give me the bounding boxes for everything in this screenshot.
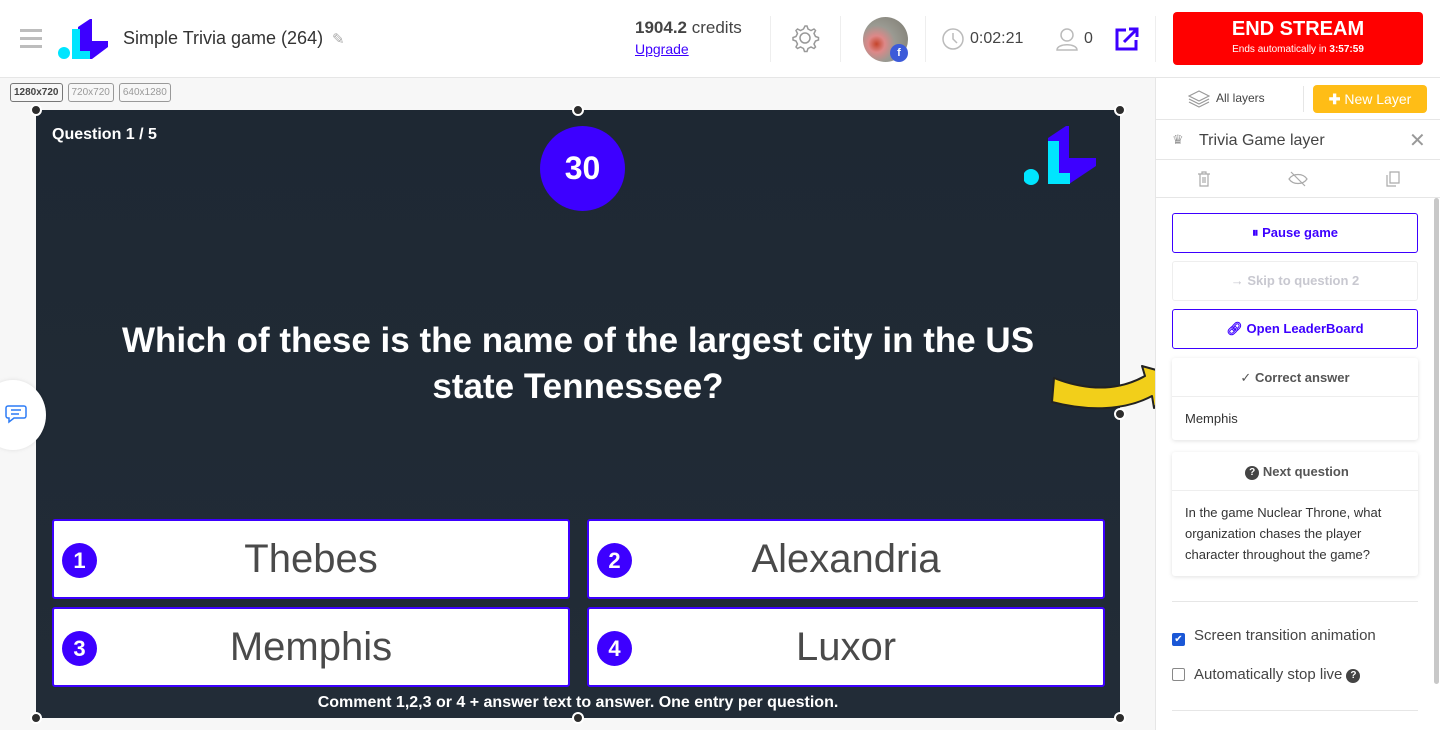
next-question-card: ? Next question In the game Nuclear Thro… [1172,452,1418,576]
gear-icon[interactable] [790,23,820,53]
auto-stop-live-checkbox[interactable]: Automatically stop live? [1172,666,1361,683]
answer-option-3[interactable]: 3 Memphis [52,607,570,687]
hamburger-menu-icon[interactable] [20,29,42,49]
stream-title: Simple Trivia game (264) [123,28,324,48]
question-mark-icon: ? [1245,466,1260,480]
canvas-size-selector: 1280x720 720x720 640x1280 [10,83,171,102]
pause-game-button[interactable]: ⏸︎ Pause game [1172,213,1418,253]
resize-handle-top-left[interactable] [30,104,42,116]
new-layer-button[interactable]: ✚ New Layer [1313,85,1427,113]
correct-answer-card: ✓ Correct answer Memphis [1172,358,1418,440]
answer-text: Memphis [229,625,393,669]
check-icon: ✓ [1240,370,1252,385]
crown-icon: ♛ [1172,132,1184,147]
chat-bubble-icon [5,405,27,424]
answer-text: Thebes [244,537,378,581]
resize-handle-bottom-left[interactable] [30,712,42,724]
elapsed-time: 0:02:21 [970,30,1024,47]
viewers-icon [1056,28,1078,51]
arrow-right-icon: → [1230,273,1244,288]
canvas-logo [1024,126,1096,185]
answer-option-1[interactable]: 1 Thebes [52,519,570,599]
next-question-text: In the game Nuclear Throne, what organiz… [1185,505,1382,562]
layer-name: Trivia Game layer [1199,132,1325,149]
divider [840,16,841,62]
panel-scrollbar[interactable] [1434,198,1439,684]
resize-handle-bottom[interactable] [572,712,584,724]
app-logo [58,19,108,59]
clock-icon [942,28,964,50]
question-text: Which of these is the name of the larges… [121,321,1035,406]
screen-transition-checkbox[interactable]: ✔ Screen transition animation [1172,627,1376,646]
help-icon[interactable]: ? [1346,669,1361,683]
question-counter: Question 1 / 5 [52,126,157,143]
checkbox-unchecked[interactable] [1172,668,1185,681]
trash-icon[interactable] [1197,171,1211,187]
size-option-720x720[interactable]: 720x720 [67,83,114,102]
divider [1303,86,1304,112]
close-icon[interactable]: ✕ [1409,128,1426,153]
top-bar: Simple Trivia game (264) ✎ 1904.2 credit… [0,0,1440,78]
divider [925,16,926,62]
divider [1172,710,1418,711]
skip-question-button[interactable]: → Skip to question 2 [1172,261,1418,301]
open-leaderboard-button[interactable]: 🔗︎ Open LeaderBoard [1172,309,1418,349]
divider [770,16,771,62]
end-stream-button[interactable]: END STREAM Ends automatically in 3:57:59 [1173,12,1423,65]
resize-handle-bottom-right[interactable] [1114,712,1126,724]
answer-text: Alexandria [751,537,941,581]
layers-icon [1187,90,1211,108]
edit-pencil-icon[interactable]: ✎ [332,30,345,48]
layer-panel: All layers ✚ New Layer ♛ Trivia Game lay… [1155,78,1440,730]
checkbox-checked[interactable]: ✔ [1172,633,1185,646]
divider [1155,16,1156,62]
answer-text: Luxor [795,625,897,669]
answer-instructions: Comment 1,2,3 or 4 + answer text to answ… [317,694,839,711]
countdown-timer: 30 [540,126,625,211]
pause-icon: ⏸︎ [1252,225,1259,240]
correct-answer-value: Memphis [1185,411,1238,426]
link-icon: 🔗︎ [1226,321,1243,336]
external-link-icon[interactable] [1114,26,1140,52]
all-layers-button[interactable]: All layers [1187,90,1265,108]
upgrade-link[interactable]: Upgrade [635,41,689,57]
resize-handle-top[interactable] [572,104,584,116]
plus-icon: ✚ [1328,91,1341,107]
viewer-count: 0 [1084,30,1093,47]
size-option-640x1280[interactable]: 640x1280 [118,83,171,102]
resize-handle-top-right[interactable] [1114,104,1126,116]
hide-eye-icon[interactable] [1288,171,1308,187]
facebook-badge-icon: f [890,44,908,62]
credits-display: 1904.2 credits [635,18,742,37]
stream-canvas[interactable]: Question 1 / 5 30 Which of these is the … [36,110,1120,718]
answer-option-2[interactable]: 2 Alexandria [587,519,1105,599]
size-option-1280x720[interactable]: 1280x720 [10,83,63,102]
answer-option-4[interactable]: 4 Luxor [587,607,1105,687]
divider [1172,601,1418,602]
duplicate-icon[interactable] [1386,171,1400,187]
